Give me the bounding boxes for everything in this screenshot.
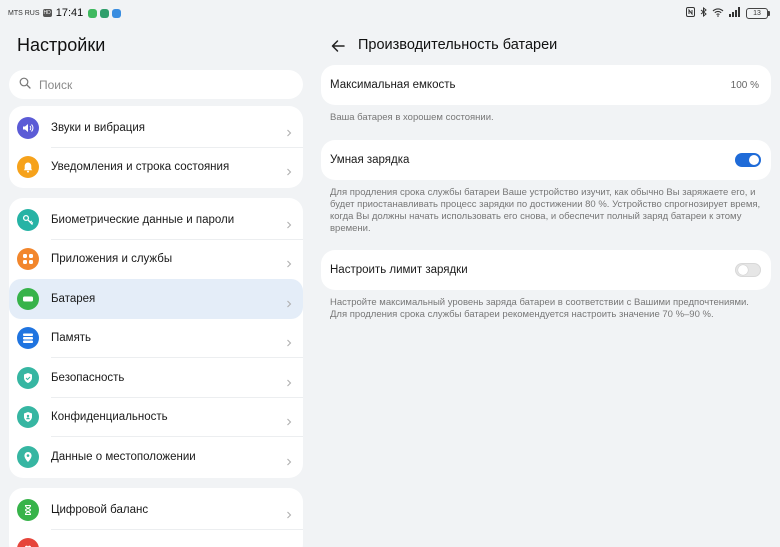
chevron-right-icon [285,124,293,137]
page-title: Настройки [17,35,106,55]
bell-icon [17,156,39,179]
sidebar-item-label: Память [51,332,92,345]
max-capacity-value: 100 % [730,79,759,91]
battery-indicator: 13 [746,7,770,19]
toggle-knob [749,155,759,165]
wifi-icon [712,7,724,19]
sidebar-item-security[interactable]: Безопасность [9,358,303,398]
smart-charging-toggle[interactable] [735,153,761,167]
hourglass-icon [17,498,39,521]
battery-tip [768,10,770,16]
max-capacity-label: Максимальная емкость [330,79,456,91]
chevron-right-icon [285,453,293,466]
sidebar-item-storage[interactable]: Память [9,319,303,358]
sidebar-item-label: Уведомления и строка состояния [51,161,230,174]
charge-limit-label: Настроить лимит зарядки [330,264,468,276]
chevron-right-icon [285,413,293,426]
search-placeholder: Поиск [39,77,73,92]
sidebar-item-label: Безопасность [51,371,125,384]
bluetooth-icon [700,6,707,19]
shield-check-icon [17,366,39,389]
storage-icon [17,327,39,350]
battery-icon [17,287,39,310]
sidebar-item-label: Конфиденциальность [51,411,168,424]
sidebar-item-notifications[interactable]: Уведомления и строка состояния [9,148,303,188]
toggle-knob [738,265,748,275]
chevron-right-icon [285,374,293,387]
search-input[interactable]: Поиск [9,70,303,99]
settings-group-system: Биометрические данные и пароли Приложени… [9,198,303,478]
charge-limit-note: Настройте максимальный уровень заряда ба… [330,297,749,320]
speaker-icon [17,116,39,139]
location-pin-icon [17,445,39,468]
sidebar-item-sounds[interactable]: Звуки и вибрация [9,108,303,148]
sidebar-item-label: Звуки и вибрация [51,121,145,134]
nfc-icon [686,7,695,19]
battery-level: 13 [746,7,768,19]
settings-group-sound-notifications: Звуки и вибрация Уведомления и строка со… [9,106,303,188]
search-icon [19,77,31,92]
settings-group-wellbeing: Цифровой баланс [9,488,303,547]
status-bar-right: 13 [686,6,770,20]
charge-limit-card[interactable]: Настроить лимит зарядки [321,250,771,290]
sidebar-item-location[interactable]: Данные о местоположении [9,437,303,477]
chevron-right-icon [285,334,293,347]
chevron-right-icon [285,295,293,308]
panel-title: Производительность батареи [358,37,558,53]
sidebar-item-huawei[interactable] [9,530,303,547]
charge-limit-toggle[interactable] [735,263,761,277]
smart-charging-card[interactable]: Умная зарядка [321,140,771,180]
apps-grid-icon [17,248,39,271]
sidebar-item-digital-balance[interactable]: Цифровой баланс [9,490,303,530]
max-capacity-card: Максимальная емкость 100 % [321,65,771,105]
sidebar-item-biometrics[interactable]: Биометрические данные и пароли [9,200,303,240]
sidebar-item-privacy[interactable]: Конфиденциальность [9,398,303,437]
chevron-right-icon [285,506,293,519]
battery-health-note: Ваша батарея в хорошем состоянии. [330,112,494,123]
signal-icon [729,7,741,19]
settings-sidebar: Настройки Поиск Звуки и вибрация Уведомл… [0,0,312,547]
sidebar-item-label: Батарея [51,292,96,305]
sidebar-item-apps[interactable]: Приложения и службы [9,240,303,280]
chevron-right-icon [285,163,293,176]
sidebar-item-label: Данные о местоположении [51,450,196,463]
sidebar-item-label: Цифровой баланс [51,503,149,516]
back-arrow-icon[interactable] [330,38,346,54]
privacy-shield-icon [17,406,39,429]
smart-charging-note: Для продления срока службы батареи Ваше … [330,187,761,234]
sidebar-item-label: Биометрические данные и пароли [51,213,235,226]
chevron-right-icon [285,216,293,229]
key-icon [17,208,39,231]
huawei-icon [17,538,39,547]
sidebar-item-label: Приложения и службы [51,253,173,266]
smart-charging-label: Умная зарядка [330,154,410,166]
sidebar-item-battery[interactable]: Батарея [9,279,303,319]
chevron-right-icon [285,255,293,268]
